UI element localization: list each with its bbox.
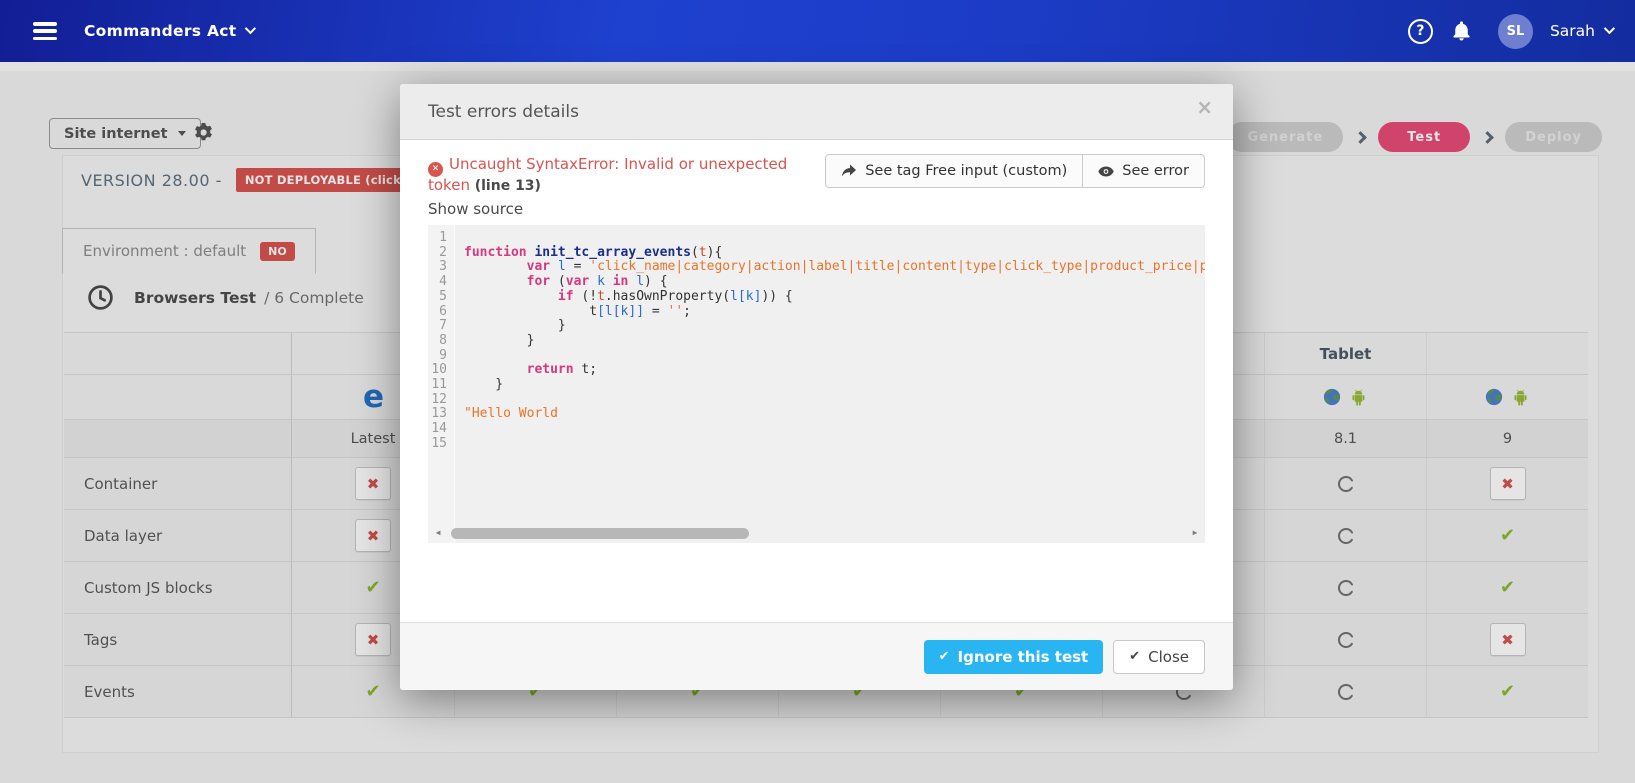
error-circle-icon: ✕ — [428, 162, 443, 177]
brand-label: Commanders Act — [84, 22, 237, 40]
line-number: 12 — [428, 393, 447, 408]
eye-icon — [1098, 166, 1114, 177]
close-icon[interactable]: × — [1196, 97, 1213, 117]
line-number: 3 — [428, 260, 447, 275]
horizontal-scrollbar: ◀ ▶ — [433, 526, 1200, 540]
code-line — [464, 422, 1205, 437]
modal-title: Test errors details — [428, 102, 579, 122]
code-line: } — [464, 334, 1205, 349]
check-icon: ✔ — [1129, 649, 1140, 664]
modal-close-label: Close — [1148, 648, 1189, 666]
modal-body: ✕Uncaught SyntaxError: Invalid or unexpe… — [400, 140, 1233, 543]
code-line: t[l[k]] = ''; — [464, 305, 1205, 320]
app-screen: Commanders Act ? SL Sarah Site internet … — [0, 0, 1635, 783]
line-number: 4 — [428, 275, 447, 290]
avatar-initials: SL — [1507, 24, 1525, 39]
avatar[interactable]: SL — [1498, 14, 1533, 49]
help-icon[interactable]: ? — [1408, 19, 1433, 44]
code-line — [464, 349, 1205, 364]
line-number: 2 — [428, 246, 447, 261]
line-number: 7 — [428, 319, 447, 334]
code-line: } — [464, 378, 1205, 393]
chevron-down-icon — [1604, 22, 1615, 33]
modal-footer: ✔ Ignore this test ✔ Close — [400, 622, 1233, 690]
see-error-button[interactable]: See error — [1082, 155, 1204, 187]
error-message-block: ✕Uncaught SyntaxError: Invalid or unexpe… — [428, 154, 803, 197]
see-error-label: See error — [1122, 163, 1189, 179]
error-actions-group: See tag Free input (custom) See error — [825, 154, 1205, 188]
see-tag-label: See tag Free input (custom) — [865, 163, 1067, 179]
hamburger-menu-icon[interactable] — [33, 22, 57, 40]
modal-header: Test errors details — [400, 84, 1233, 140]
code-line: function init_tc_array_events(t){ — [464, 246, 1205, 261]
bell-icon[interactable] — [1450, 19, 1473, 43]
user-menu[interactable]: Sarah — [1550, 22, 1612, 40]
line-number: 15 — [428, 437, 447, 452]
user-name: Sarah — [1550, 22, 1595, 40]
code-line: } — [464, 319, 1205, 334]
line-number: 13 — [428, 407, 447, 422]
test-errors-modal: Test errors details × ✕Uncaught SyntaxEr… — [400, 84, 1233, 690]
scrollbar-track[interactable] — [443, 526, 1190, 540]
line-number: 5 — [428, 290, 447, 305]
code-line — [464, 437, 1205, 452]
line-number: 1 — [428, 231, 447, 246]
scroll-right-arrow-icon[interactable]: ▶ — [1190, 526, 1200, 541]
line-number: 9 — [428, 349, 447, 364]
code-gutter: 123456789101112131415 — [428, 225, 455, 543]
line-number: 11 — [428, 378, 447, 393]
code-line — [464, 393, 1205, 408]
code-line: for (var k in l) { — [464, 275, 1205, 290]
code-line: return t; — [464, 363, 1205, 378]
code-line: "Hello World — [464, 407, 1205, 422]
see-tag-button[interactable]: See tag Free input (custom) — [826, 155, 1082, 187]
modal-close-button[interactable]: ✔ Close — [1113, 640, 1205, 674]
line-number: 10 — [428, 363, 447, 378]
brand-selector[interactable]: Commanders Act — [84, 22, 253, 40]
code-content: function init_tc_array_events(t){ var l … — [455, 225, 1205, 543]
share-arrow-icon — [841, 164, 857, 178]
code-line — [464, 231, 1205, 246]
line-number: 14 — [428, 422, 447, 437]
scroll-left-arrow-icon[interactable]: ◀ — [433, 526, 443, 541]
code-line: var l = 'click_name|category|action|labe… — [464, 260, 1205, 275]
source-code-viewer: 123456789101112131415 function init_tc_a… — [428, 225, 1205, 543]
top-navbar: Commanders Act ? SL Sarah — [0, 0, 1635, 62]
chevron-down-icon — [244, 22, 255, 33]
code-line: if (!t.hasOwnProperty(l[k])) { — [464, 290, 1205, 305]
ignore-test-button[interactable]: ✔ Ignore this test — [924, 640, 1104, 674]
ignore-test-label: Ignore this test — [958, 648, 1089, 666]
error-line-ref: (line 13) — [475, 178, 541, 194]
check-icon: ✔ — [939, 649, 950, 664]
show-source-label: Show source — [428, 200, 1205, 218]
scrollbar-thumb[interactable] — [451, 528, 749, 539]
line-number: 6 — [428, 305, 447, 320]
line-number: 8 — [428, 334, 447, 349]
